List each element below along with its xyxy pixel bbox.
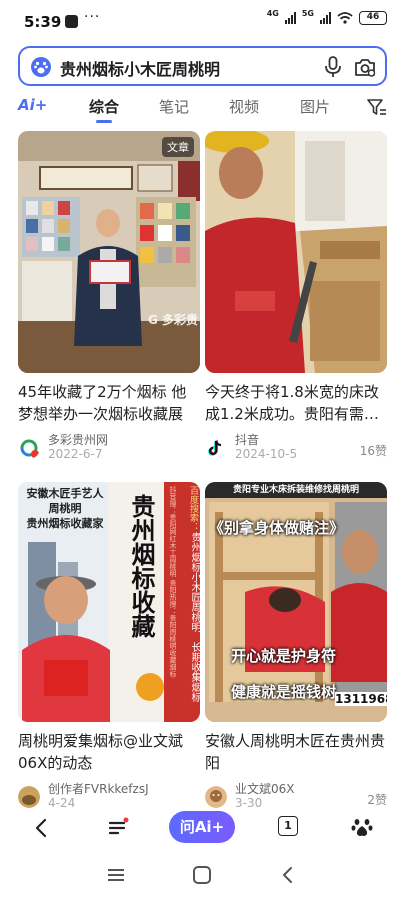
system-back-icon[interactable] <box>280 866 296 884</box>
image-watermark: G 多彩贵 <box>148 313 199 327</box>
back-arrow-icon[interactable] <box>30 816 54 840</box>
status-right: 4G 5G 46 <box>266 9 387 25</box>
source-name: 多彩贵州网 <box>48 433 109 447</box>
overlay-line-2: 周桃明 <box>48 502 82 515</box>
card-source: 多彩贵州网 2022-6-7 <box>18 433 200 463</box>
search-box[interactable]: 贵州烟标小木匠周桃明 <box>18 46 387 86</box>
filter-icon[interactable] <box>367 98 387 116</box>
result-card[interactable]: 今天终于将1.8米宽的床改成1.2米成功。贵阳有需… 抖音 2024-10-5 … <box>205 131 387 471</box>
banner-side-text: 抖音搜：贵阳网红木工周桃明 贵阳热搜：贵阳周桃明收藏烟标 <box>169 486 176 678</box>
like-count: 2赞 <box>367 793 387 807</box>
card-title[interactable]: 45年收藏了2万个烟标 他梦想举办一次烟标收藏展 <box>18 381 200 425</box>
search-tabs: Ai+ 综合 笔记 视频 图片 <box>0 94 405 126</box>
wifi-icon <box>337 12 353 24</box>
card-thumbnail[interactable]: 文章 G 多彩贵 <box>18 131 200 373</box>
camera-search-icon[interactable] <box>354 56 376 78</box>
overlay-caption: 安徽木匠手艺人 周桃明 贵州烟标收藏家 <box>24 486 106 531</box>
menu-icon[interactable] <box>106 816 130 840</box>
tab-videos[interactable]: 视频 <box>229 96 259 117</box>
home-icon[interactable] <box>193 866 211 884</box>
like-count: 16赞 <box>359 444 387 458</box>
card-title[interactable]: 安徽人周桃明木匠在贵州贵阳 <box>205 730 387 774</box>
card-thumbnail[interactable]: 安徽木匠手艺人 周桃明 贵州烟标收藏家 贵州烟标收藏 百度搜索： 贵州烟标小木匠… <box>18 482 200 722</box>
active-tab-indicator <box>96 120 112 123</box>
network-4g-label: 4G <box>266 9 279 18</box>
calligraphy-text: 贵州烟标收藏 <box>127 494 156 638</box>
quote-caption: 《别拿身体做赌注》 <box>209 519 345 537</box>
card-title[interactable]: 周桃明爱集烟标@业文斌06X的动态 <box>18 730 200 774</box>
creator-avatar <box>18 786 40 808</box>
search-input[interactable]: 贵州烟标小木匠周桃明 <box>60 56 220 80</box>
signal-icon <box>284 12 296 24</box>
creator-avatar <box>205 786 227 808</box>
collector-photo <box>18 131 200 373</box>
source-avatar <box>18 437 40 459</box>
baidu-paw-icon <box>31 57 51 77</box>
article-badge: 文章 <box>162 137 194 157</box>
post-date: 2022-6-7 <box>48 447 103 461</box>
card-title[interactable]: 今天终于将1.8米宽的床改成1.2米成功。贵阳有需… <box>205 381 387 425</box>
signal-icon-2 <box>320 12 331 24</box>
result-card[interactable]: 贵阳专业木床拆装维修找周桃明 《别拿身体做赌注》 开心就是护身符 健康就是摇钱树… <box>205 482 387 812</box>
tab-ai[interactable]: Ai+ <box>18 96 47 114</box>
recent-apps-icon[interactable] <box>107 868 125 882</box>
source-name: 抖音 <box>235 433 260 447</box>
card-thumbnail[interactable] <box>205 131 387 373</box>
caption-line-2: 健康就是摇钱树 <box>231 683 337 701</box>
result-card[interactable]: 文章 G 多彩贵 45年收藏了2万个烟标 他梦想举办一次烟标收藏展 多彩贵州网 … <box>18 131 200 471</box>
douyin-icon <box>205 437 227 459</box>
carpenter-selfie-photo <box>205 131 387 373</box>
post-date: 2024-10-5 <box>235 447 298 461</box>
tab-notes[interactable]: 笔记 <box>159 96 189 117</box>
banner-bottom: 长期收集烟标 <box>189 642 200 702</box>
tab-images[interactable]: 图片 <box>300 96 330 117</box>
status-time: 5:39 <box>24 13 62 31</box>
network-5g-label: 5G <box>301 9 314 18</box>
notification-app-icon <box>65 15 78 28</box>
top-caption: 贵阳专业木床拆装维修找周桃明 <box>232 485 359 495</box>
source-name: 业文斌06X <box>235 782 295 796</box>
phone-number: 1311968 <box>335 692 387 706</box>
card-thumbnail[interactable]: 贵阳专业木床拆装维修找周桃明 《别拿身体做赌注》 开心就是护身符 健康就是摇钱树… <box>205 482 387 722</box>
banner-mid: 贵州烟标小木匠周桃明 <box>189 532 200 632</box>
tab-count-button[interactable]: 1 <box>278 816 298 836</box>
caption-line-1: 开心就是护身符 <box>231 647 337 665</box>
status-bar: 5:39 ··· 4G 5G 46 <box>0 0 405 40</box>
system-nav-bar <box>0 858 405 894</box>
result-card[interactable]: 安徽木匠手艺人 周桃明 贵州烟标收藏家 贵州烟标收藏 百度搜索： 贵州烟标小木匠… <box>18 482 200 812</box>
source-name: 创作者FVRkkefzsJ <box>48 782 149 796</box>
overlay-line-3: 贵州烟标收藏家 <box>26 517 104 530</box>
more-notifications-icon: ··· <box>84 9 101 25</box>
battery-icon: 46 <box>359 11 387 25</box>
overlay-line-1: 安徽木匠手艺人 <box>26 487 104 500</box>
bottom-toolbar: 问Ai+ 1 <box>0 808 405 848</box>
baidu-paw-icon[interactable] <box>351 816 373 838</box>
ask-ai-button[interactable]: 问Ai+ <box>169 811 235 843</box>
tab-comprehensive[interactable]: 综合 <box>89 96 119 117</box>
microphone-icon[interactable] <box>323 56 343 78</box>
